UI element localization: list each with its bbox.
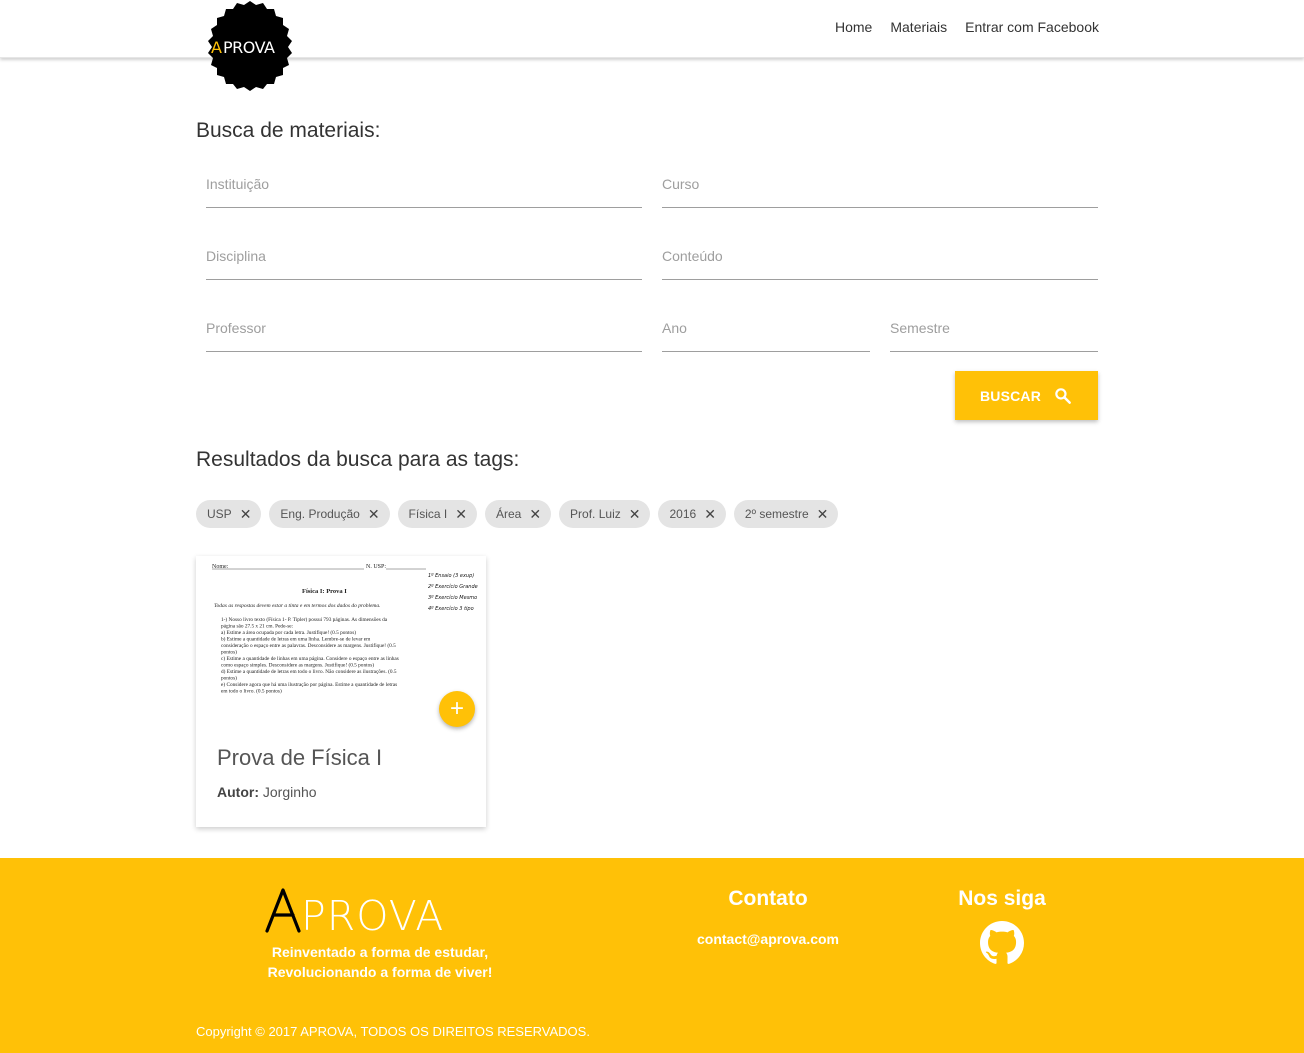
thumb-line: em todo o livro. (0.5 pontos) xyxy=(221,688,282,695)
thumb-heading: Física I: Prova I xyxy=(302,588,347,595)
semestre-field[interactable] xyxy=(890,312,1098,352)
add-button[interactable]: + xyxy=(439,691,475,727)
thumb-line: c) Estime a quantidade de linhas em uma … xyxy=(221,655,399,662)
search-title: Busca de materiais: xyxy=(196,119,381,142)
tag-chip: Eng. Produção ✕ xyxy=(269,500,390,528)
buscar-button-label: BUSCAR xyxy=(979,387,1042,404)
close-icon[interactable]: ✕ xyxy=(368,507,380,521)
logo-badge-rest: PROVA xyxy=(223,38,275,57)
tag-chip: Área ✕ xyxy=(484,500,552,528)
thumb-line: pontos) xyxy=(221,649,237,656)
thumb-line: pontos) xyxy=(221,675,237,682)
professor-field[interactable] xyxy=(206,312,642,352)
tag-chip-label: Prof. Luiz xyxy=(570,507,621,521)
footer-logo-rest: PROVA xyxy=(301,892,444,936)
thumb-line: d) Estime a quantidade de letras em todo… xyxy=(221,668,397,675)
buscar-button[interactable]: BUSCAR xyxy=(955,371,1098,420)
footer-tagline-line: Reinventado a forma de estudar, xyxy=(271,944,489,960)
footer-tagline: Reinventado a forma de estudar, Revoluci… xyxy=(230,942,530,982)
author-label: Autor: xyxy=(217,784,259,800)
thumb-line: b) Estime a quantidade de letras em uma … xyxy=(221,636,371,643)
tag-chip: 2016 ✕ xyxy=(658,500,726,528)
contato-title: Contato xyxy=(728,887,808,910)
logo-badge[interactable]: A PROVA xyxy=(204,0,296,92)
github-icon[interactable] xyxy=(980,921,1024,965)
semestre-input[interactable] xyxy=(890,312,1098,336)
ano-field[interactable] xyxy=(662,312,870,352)
logo-badge-initial: A xyxy=(211,38,222,57)
thumb-bullet: Todas as respostas devem estar a tinta e… xyxy=(214,603,381,609)
thumb-handwritten: 2º Exercício Grande xyxy=(428,583,478,590)
close-icon[interactable]: ✕ xyxy=(629,507,641,521)
material-card[interactable]: Nome: N. USP: Física I: Prova I Todas as… xyxy=(196,556,486,827)
tag-chip: Física I ✕ xyxy=(397,500,477,528)
thumb-handwritten: 4º Exercício 3 tipo xyxy=(428,605,474,612)
thumb-line: página são 27.5 x 21 cm. Pede-se: xyxy=(221,624,294,630)
thumb-line: consideração o espaço entre as palavras.… xyxy=(221,642,396,649)
thumb-handwritten: 1º Ensaio (3 exup) xyxy=(428,573,474,579)
curso-input[interactable] xyxy=(662,168,1098,192)
tag-chip: USP ✕ xyxy=(196,500,262,528)
close-icon[interactable]: ✕ xyxy=(240,507,252,521)
curso-field[interactable] xyxy=(662,168,1098,208)
disciplina-input[interactable] xyxy=(206,240,642,264)
nos-siga-title: Nos siga xyxy=(958,887,1046,910)
nav-links: Home Materiais Entrar com Facebook xyxy=(835,19,1099,35)
nav-link-facebook-login[interactable]: Entrar com Facebook xyxy=(965,19,1099,35)
tag-chip-label: USP xyxy=(207,507,232,521)
close-icon[interactable]: ✕ xyxy=(704,507,716,521)
instituicao-input[interactable] xyxy=(206,168,642,192)
conteudo-field[interactable] xyxy=(662,240,1098,280)
author-name: Jorginho xyxy=(262,784,317,800)
disciplina-field[interactable] xyxy=(206,240,642,280)
thumb-line: como espaço simples. Desconsidere as mar… xyxy=(221,662,374,669)
copyright: Copyright © 2017 APROVA, TODOS OS DIREIT… xyxy=(196,1024,590,1039)
footer: PROVA Reinventado a forma de estudar, Re… xyxy=(0,858,1304,1053)
material-author: Autor: Jorginho xyxy=(217,784,317,800)
nav-link-materiais[interactable]: Materiais xyxy=(890,19,947,35)
thumb-line: 1-) Nosso livro texto (Física 1- P. Tipl… xyxy=(221,616,388,623)
thumb-line: a) Estime a área ocupada por cada letra.… xyxy=(221,629,356,636)
professor-input[interactable] xyxy=(206,312,642,336)
conteudo-input[interactable] xyxy=(662,240,1098,264)
footer-logo: PROVA xyxy=(265,888,444,936)
ano-input[interactable] xyxy=(662,312,870,336)
thumb-nusp-label: N. USP: xyxy=(366,564,386,570)
navbar: Home Materiais Entrar com Facebook xyxy=(0,0,1304,58)
instituicao-field[interactable] xyxy=(206,168,642,208)
close-icon[interactable]: ✕ xyxy=(817,507,829,521)
tag-chips: USP ✕ Eng. Produção ✕ Física I ✕ Área ✕ … xyxy=(196,500,839,528)
close-icon[interactable]: ✕ xyxy=(455,507,467,521)
close-icon[interactable]: ✕ xyxy=(529,507,541,521)
tag-chip-label: Física I xyxy=(408,507,448,521)
thumb-handwritten: 3º Exercício Mesmo xyxy=(428,594,477,601)
tag-chip: 2º semestre ✕ xyxy=(733,500,839,528)
material-thumbnail[interactable]: Nome: N. USP: Física I: Prova I Todas as… xyxy=(196,556,486,701)
tag-chip-label: Eng. Produção xyxy=(280,507,360,521)
logo-badge-svg: A PROVA xyxy=(208,1,292,91)
add-icon: + xyxy=(449,695,464,722)
footer-logo-initial xyxy=(265,888,301,933)
nav-link-home[interactable]: Home xyxy=(835,19,872,35)
exam-page-image: Nome: N. USP: Física I: Prova I Todas as… xyxy=(212,564,478,695)
contact-email-link[interactable]: contact@aprova.com xyxy=(680,931,856,947)
material-title[interactable]: Prova de Física I xyxy=(217,745,382,771)
tag-chip-label: Área xyxy=(495,507,522,521)
search-icon xyxy=(1055,387,1071,404)
tag-chip: Prof. Luiz ✕ xyxy=(559,500,651,528)
thumb-line: e) Considere agora que há uma ilustração… xyxy=(221,681,397,688)
footer-tagline-line: Revolucionando a forma de viver! xyxy=(267,964,493,980)
results-title: Resultados da busca para as tags: xyxy=(196,448,520,471)
tag-chip-label: 2016 xyxy=(669,507,697,521)
tag-chip-label: 2º semestre xyxy=(744,507,809,521)
